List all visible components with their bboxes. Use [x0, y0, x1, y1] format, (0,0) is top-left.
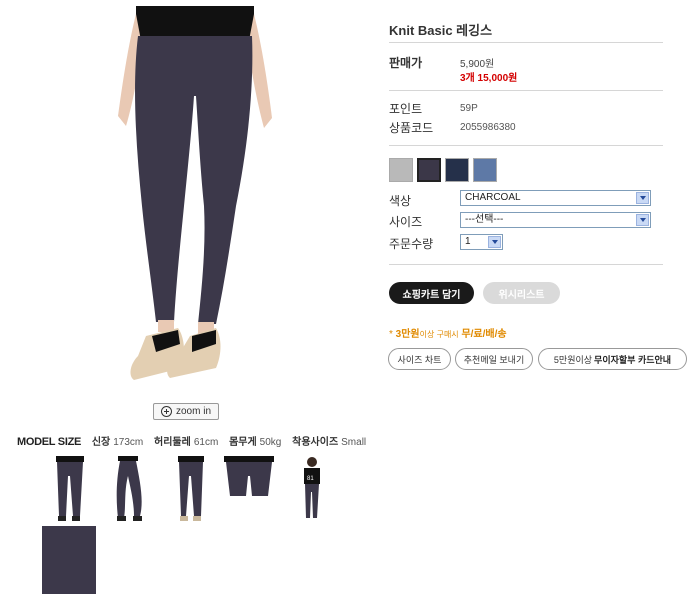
color-select[interactable]: CHARCOAL: [460, 190, 651, 206]
notice-middle: 이상 구매시: [419, 330, 459, 339]
product-main-image: [112, 6, 276, 388]
notice-amount: 3만원: [395, 329, 420, 340]
product-title: Knit Basic 레깅스: [389, 23, 493, 38]
color-select-value: CHARCOAL: [465, 192, 521, 203]
divider: [389, 42, 663, 43]
notice-star: *: [389, 329, 396, 340]
card-installment-button[interactable]: 5만원이상 무이자할부 카드안내: [538, 348, 687, 370]
model-height-label: 신장: [91, 437, 111, 448]
quantity-select-value: 1: [465, 236, 471, 247]
plus-circle-icon: [160, 406, 172, 417]
thumbnail-2[interactable]: [100, 456, 158, 526]
price-value: 5,900원: [460, 59, 495, 70]
model-fit-label: 착용사이즈: [292, 437, 339, 448]
product-code-label: 상품코드: [389, 121, 434, 135]
thumbnail-5[interactable]: 81: [282, 456, 340, 526]
model-height-value: 173cm: [113, 437, 144, 448]
thumbnail-6-fabric-detail[interactable]: [40, 526, 98, 596]
model-weight-label: 몸무게: [229, 437, 257, 448]
bulk-price-value: 3개 15,000원: [460, 73, 518, 84]
price-label: 판매가: [389, 56, 423, 70]
add-to-cart-button[interactable]: 쇼핑카트 담기: [389, 282, 474, 304]
color-swatch-gray[interactable]: [389, 158, 413, 182]
recommend-mail-button[interactable]: 추천메일 보내기: [455, 348, 533, 370]
model-fit-value: Small: [341, 437, 367, 448]
size-select[interactable]: ---선택---: [460, 212, 651, 228]
size-option-label: 사이즈: [389, 215, 423, 229]
model-size-info: MODEL SIZE 신장 173cm 허리둘레 61cm 몸무게 50kg 착용사이…: [17, 433, 366, 448]
model-size-title: MODEL SIZE: [17, 436, 82, 448]
zoom-in-label: zoom in: [175, 406, 211, 417]
zoom-in-button[interactable]: zoom in: [153, 403, 219, 420]
product-code-value: 2055986380: [460, 122, 516, 133]
point-value: 59P: [460, 103, 478, 114]
size-chart-button[interactable]: 사이즈 차트: [388, 348, 451, 370]
free-shipping-notice: * 3만원이상 구매시 무/료/배/송: [389, 325, 507, 340]
divider: [389, 145, 663, 146]
color-option-label: 색상: [389, 194, 412, 208]
divider: [389, 264, 663, 265]
size-select-value: ---선택---: [465, 214, 504, 225]
color-swatch-denim[interactable]: [473, 158, 497, 182]
quantity-label: 주문수량: [389, 237, 434, 251]
point-label: 포인트: [389, 102, 423, 116]
model-waist-value: 61cm: [193, 437, 219, 448]
notice-free-shipping: 무/료/배/송: [461, 329, 507, 340]
card-installment-prefix: 5만원이상: [553, 354, 593, 365]
divider: [389, 90, 663, 91]
model-weight-value: 50kg: [259, 437, 282, 448]
color-swatch-charcoal[interactable]: [417, 158, 441, 182]
card-installment-label: 무이자할부 카드안내: [594, 354, 672, 365]
thumbnail-1[interactable]: [40, 456, 98, 526]
svg-text:81: 81: [307, 476, 314, 482]
chevron-down-icon: [636, 214, 649, 226]
color-swatch-navy[interactable]: [445, 158, 469, 182]
chevron-down-icon: [488, 236, 501, 248]
thumbnail-3[interactable]: [160, 456, 218, 526]
wishlist-button[interactable]: 위시리스트: [483, 282, 560, 304]
model-waist-label: 허리둘레: [154, 437, 191, 448]
chevron-down-icon: [636, 192, 649, 204]
thumbnail-4[interactable]: [220, 456, 278, 526]
quantity-select[interactable]: 1: [460, 234, 503, 250]
